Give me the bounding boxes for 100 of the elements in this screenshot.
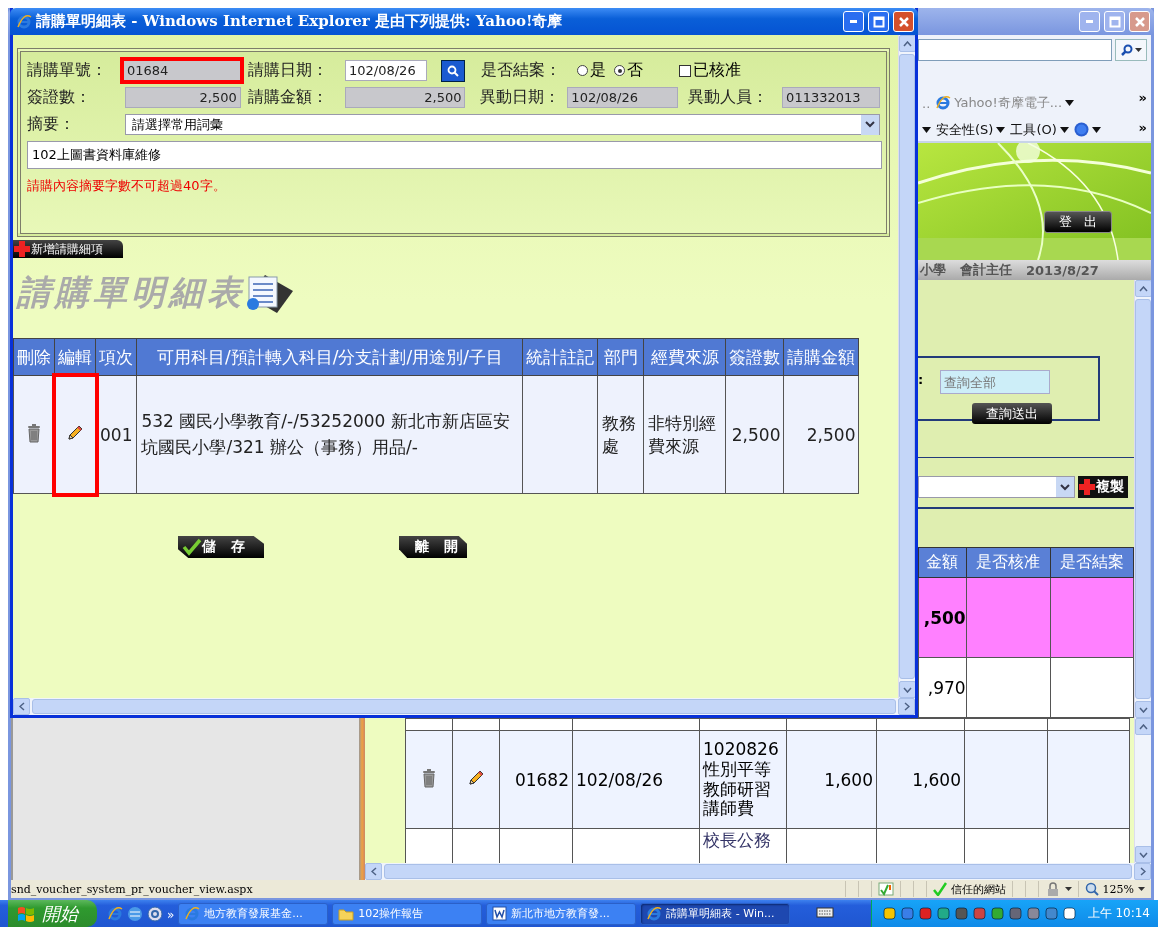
tray-icon[interactable] [899, 906, 915, 921]
field-label: 請購單號： [27, 60, 108, 81]
dropdown-arrow-icon [1065, 100, 1075, 106]
more-button[interactable]: » [1138, 120, 1147, 135]
tray-icon[interactable] [971, 906, 987, 921]
minimize-icon [1086, 20, 1093, 23]
table-cell: 教務處 [602, 413, 637, 456]
column-header: 可用科目/預計轉入科目/分支計劃/用途別/子目 [136, 338, 523, 376]
more-button[interactable]: » [167, 907, 175, 922]
globe-icon[interactable] [127, 905, 143, 922]
table-cell: 001 [100, 424, 133, 445]
start-button[interactable]: 開始 [8, 900, 97, 927]
caret-icon [1134, 48, 1142, 52]
plus-icon [13, 240, 31, 258]
field-label: 異動人員： [688, 87, 770, 108]
status-text: snd_voucher_system_pr_voucher_view.aspx [11, 882, 253, 896]
table-cell: 532 國民小學教育/-/53252000 新北市新店區安坑國民小學/321 辦公（事務）用品/- [141, 411, 510, 457]
query-field[interactable]: 查詢全部 [940, 370, 1050, 394]
vertical-scrollbar[interactable] [1134, 718, 1151, 863]
user-info-text: 小學 [920, 261, 946, 279]
table-cell: 2,500 [731, 424, 781, 445]
close-button[interactable] [1129, 11, 1150, 32]
caret-icon[interactable] [1064, 887, 1072, 891]
field-label: 請購日期： [248, 60, 329, 81]
tray-icon[interactable] [935, 906, 951, 921]
taskbar-button[interactable]: 新北市地方教育發... [486, 902, 637, 925]
query-submit-button[interactable]: 查詢送出 [972, 403, 1052, 424]
maximize-icon [1108, 15, 1121, 28]
table-cell: 01682 [514, 769, 569, 790]
trash-icon[interactable] [421, 767, 437, 788]
input-field[interactable]: 2,500 [124, 87, 241, 108]
pencil-icon[interactable] [467, 768, 485, 787]
column-header: 部門 [597, 338, 644, 376]
window-title: 請購單明細表 - Windows Internet Explorer 是由下列提供: Yahoo!奇摩 [36, 12, 564, 31]
input-field[interactable]: 011332013 [782, 87, 880, 108]
tray-icon[interactable] [881, 906, 897, 921]
leave-button[interactable]: 離 開 [399, 536, 467, 558]
maximize-button[interactable] [868, 11, 889, 32]
horizontal-scrollbar[interactable] [365, 863, 1151, 880]
copy-button[interactable]: 複製 [1078, 476, 1128, 499]
user-info-text: 2013/8/27 [1026, 262, 1099, 278]
page-heading: 請購單明細表 [17, 271, 245, 314]
checkbox[interactable] [679, 64, 691, 77]
table-cell: 非特別經費來源 [648, 413, 717, 456]
input-field[interactable]: 2,500 [344, 87, 466, 108]
table-cell: ,500 [918, 577, 967, 658]
radio-button[interactable] [577, 65, 588, 76]
add-item-button[interactable]: 新增請購細項 [13, 240, 123, 258]
date-field[interactable]: 102/08/26 [345, 60, 427, 81]
radio-button[interactable] [614, 65, 625, 76]
taskbar-button[interactable]: 102操作報告 [332, 902, 483, 925]
column-header: 刪除 [13, 338, 55, 376]
chevron-down-icon [865, 121, 875, 128]
search-button[interactable] [1115, 39, 1147, 61]
dropdown-field[interactable]: 請選擇常用詞彙 [125, 114, 880, 135]
dropdown-arrow-icon [1059, 126, 1069, 133]
vertical-scrollbar[interactable] [1134, 280, 1151, 718]
tray-icon[interactable] [917, 906, 933, 921]
table-cell: 2,500 [806, 424, 856, 445]
tray-icon[interactable] [989, 906, 1005, 921]
horizontal-scrollbar[interactable] [13, 698, 915, 715]
taskbar-button[interactable]: 地方教育發展基金... [178, 902, 329, 925]
dropdown-field[interactable] [918, 476, 1075, 499]
logout-button[interactable]: 登 出 [1044, 211, 1112, 233]
calendar-button[interactable] [441, 59, 465, 82]
close-button[interactable] [893, 11, 914, 32]
tray-icon[interactable] [1061, 906, 1077, 921]
checkmark-icon [932, 882, 947, 896]
caret-icon[interactable] [1138, 887, 1145, 891]
tray-icon[interactable] [1043, 906, 1059, 921]
table-cell: 102/08/26 [576, 769, 664, 790]
chevron-down-icon [1060, 483, 1070, 491]
save-button[interactable]: 儲 存 [178, 536, 264, 558]
tray-icon[interactable] [953, 906, 969, 921]
logo-icon [16, 904, 36, 923]
field-label: 異動日期： [480, 87, 562, 108]
clock-text: 上午 10:14 [1087, 905, 1150, 922]
taskbar-button[interactable]: 請購單明細表 - Win... [640, 902, 791, 925]
keyboard-icon[interactable] [816, 906, 835, 918]
more-button[interactable]: » [1138, 90, 1147, 105]
menu-button[interactable]: 安全性(S) [936, 120, 994, 139]
document-icon [492, 906, 508, 921]
field-label: 是否結案： [481, 60, 562, 81]
minimize-button[interactable] [843, 11, 864, 32]
menu-button[interactable]: 工具(O) [1010, 120, 1057, 139]
input-field[interactable]: 102/08/26 [567, 87, 679, 108]
text-area[interactable]: 102上圖書資料庫維修 [27, 141, 882, 169]
vertical-scrollbar[interactable] [898, 35, 915, 698]
folder-icon [338, 906, 355, 921]
input-field[interactable]: 01684 [123, 60, 241, 81]
column-header: 是否結案 [1050, 547, 1134, 578]
zoom-level[interactable]: 125% [1102, 882, 1134, 896]
search-field[interactable] [918, 39, 1112, 61]
pencil-icon[interactable] [66, 423, 84, 442]
trash-icon[interactable] [26, 422, 42, 443]
tray-icon[interactable] [1025, 906, 1041, 921]
column-header: 是否核准 [966, 547, 1051, 578]
tray-icon[interactable] [1007, 906, 1023, 921]
dropdown-arrow-icon [996, 126, 1006, 133]
dropdown-arrow-icon [922, 126, 931, 133]
